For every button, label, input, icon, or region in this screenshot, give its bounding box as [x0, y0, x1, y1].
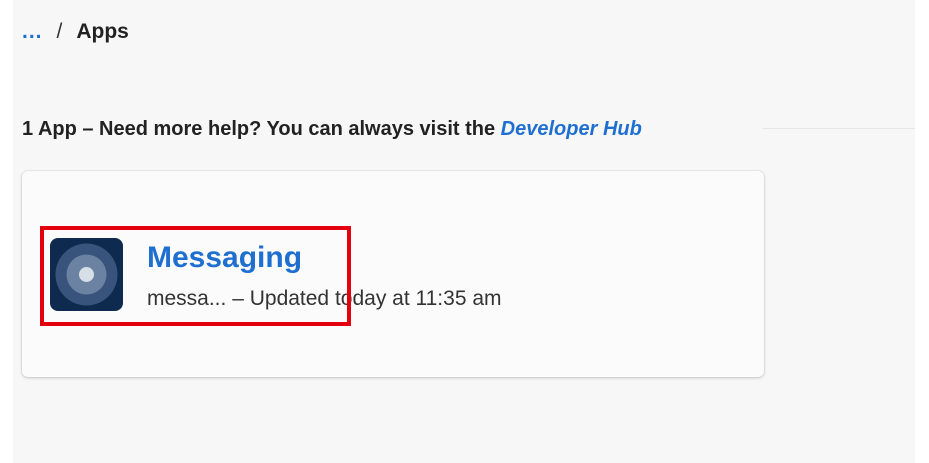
apps-summary: 1 App – Need more help? You can always v…	[22, 116, 642, 142]
app-name-link[interactable]: Messaging	[147, 240, 302, 276]
app-meta: messa... – Updated today at 11:35 am	[147, 286, 502, 312]
meta-separator: –	[226, 287, 250, 310]
app-card[interactable]	[22, 171, 764, 377]
app-updated-time: Updated today at 11:35 am	[249, 287, 502, 310]
apps-summary-text: 1 App – Need more help? You can always v…	[22, 118, 501, 140]
breadcrumb: ... / Apps	[22, 18, 129, 46]
developer-hub-link[interactable]: Developer Hub	[501, 118, 642, 140]
breadcrumb-more-link[interactable]: ...	[22, 18, 43, 46]
app-short-id: messa...	[147, 287, 227, 310]
breadcrumb-separator: /	[56, 20, 63, 43]
divider	[763, 128, 915, 129]
breadcrumb-current-apps: Apps	[76, 20, 129, 43]
radio-dial-icon[interactable]	[50, 238, 123, 311]
